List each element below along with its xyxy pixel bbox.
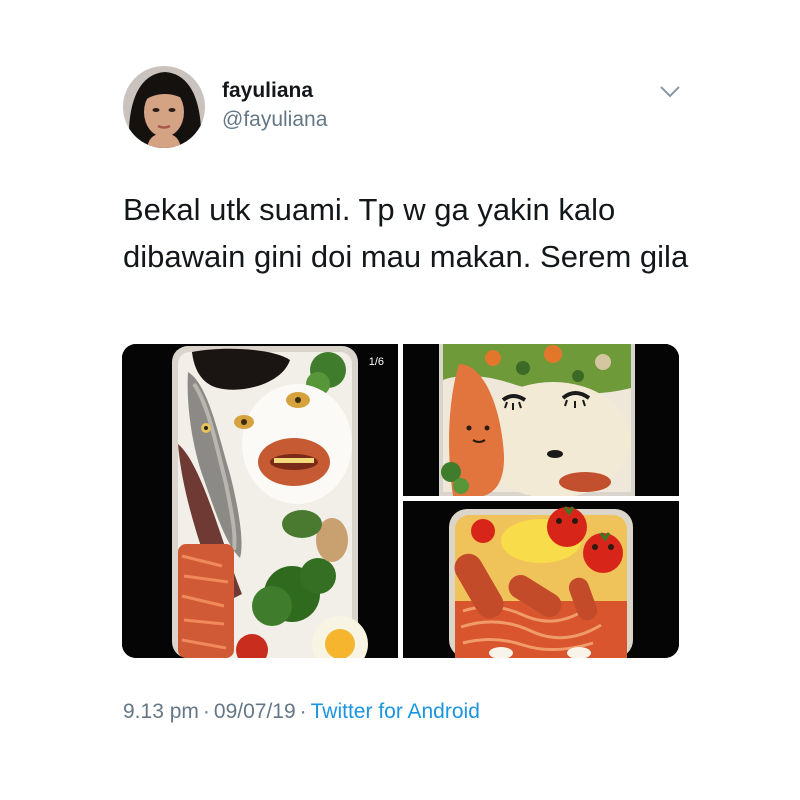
- display-name[interactable]: fayuliana: [222, 79, 313, 103]
- tweet-time[interactable]: 9.13 pm: [123, 700, 199, 723]
- media-counter: 1/6: [368, 356, 384, 368]
- avatar[interactable]: [123, 66, 205, 148]
- chevron-down-icon[interactable]: [658, 84, 682, 100]
- media-grid: 1/6: [122, 344, 679, 658]
- tweet-meta: 9.13 pm · 09/07/19 · Twitter for Android: [123, 700, 480, 724]
- media-photo-bento-sausages[interactable]: [403, 501, 679, 658]
- tweet-date[interactable]: 09/07/19: [214, 700, 296, 723]
- media-photo-bento-salmon-face[interactable]: [403, 344, 679, 496]
- tweet-text: Bekal utk suami. Tp w ga yakin kalo diba…: [123, 192, 689, 274]
- user-handle[interactable]: @fayuliana: [222, 108, 327, 132]
- tweet-source-link[interactable]: Twitter for Android: [311, 700, 480, 723]
- separator: ·: [299, 700, 307, 723]
- avatar-image: [123, 66, 205, 148]
- media-photo-bento-fish-face[interactable]: 1/6: [122, 344, 398, 658]
- separator: ·: [202, 700, 210, 723]
